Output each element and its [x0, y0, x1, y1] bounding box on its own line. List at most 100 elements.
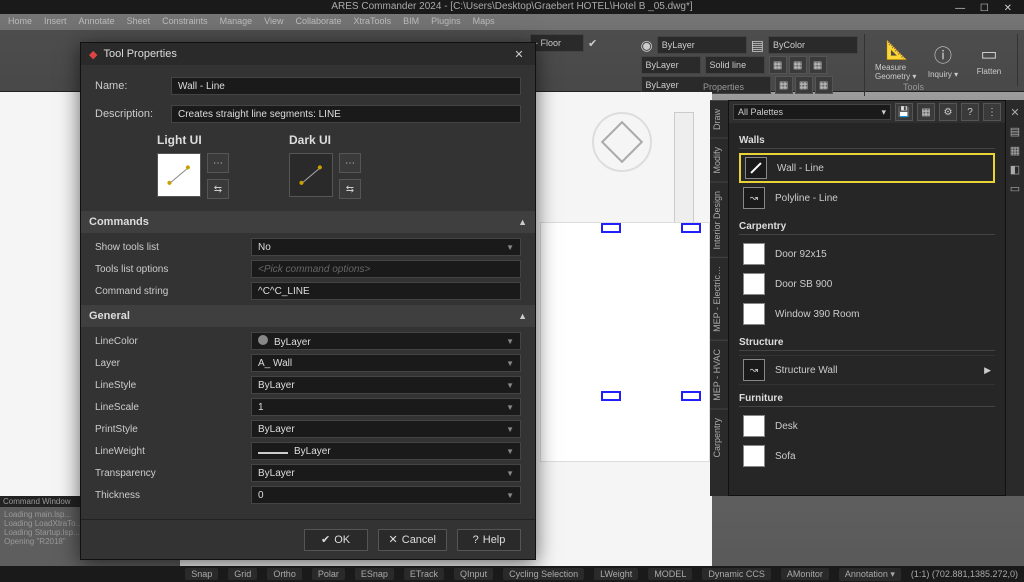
strip-icon-2[interactable]: ▤	[1010, 125, 1020, 138]
sb-annotation[interactable]: Annotation ▾	[839, 568, 901, 581]
general-section-header[interactable]: General▲	[81, 305, 535, 327]
palette-menu-button[interactable]: ⋮	[983, 103, 1001, 121]
bylayer2-dropdown[interactable]: ByLayer	[641, 56, 701, 74]
strip-icon-5[interactable]: ▭	[1010, 182, 1020, 195]
palette-grid-button[interactable]: ▦	[917, 103, 935, 121]
vtab-carpentry[interactable]: Carpentry	[710, 409, 728, 466]
light-ui-sync-button[interactable]: ⇆	[207, 179, 229, 199]
name-input[interactable]: Wall - Line	[171, 77, 521, 95]
bycolor-dropdown[interactable]: ByColor	[768, 36, 858, 54]
sb-amonitor[interactable]: AMonitor	[781, 568, 829, 580]
vtab-draw[interactable]: Draw	[710, 100, 728, 138]
pal-item-structure-wall[interactable]: ↝ Structure Wall ▶	[739, 355, 995, 385]
sb-etrack[interactable]: ETrack	[404, 568, 444, 580]
measure-button[interactable]: 📐Measure Geometry ▾	[875, 36, 919, 84]
transparency-dropdown[interactable]: ByLayer▼	[251, 464, 521, 482]
sb-polar[interactable]: Polar	[312, 568, 345, 580]
inquiry-button[interactable]: ⓘInquiry ▾	[921, 36, 965, 84]
sb-grid[interactable]: Grid	[228, 568, 257, 580]
dark-ui-browse-button[interactable]: ⋯	[339, 153, 361, 173]
tab-plugins[interactable]: Plugins	[431, 16, 461, 28]
props-btn-1[interactable]: ▦	[769, 56, 787, 74]
linescale-dropdown[interactable]: 1▼	[251, 398, 521, 416]
light-ui-preview[interactable]	[157, 153, 201, 197]
tab-maps[interactable]: Maps	[473, 16, 495, 28]
printstyle-dropdown[interactable]: ByLayer▼	[251, 420, 521, 438]
linescale-label: LineScale	[95, 402, 251, 413]
ok-button[interactable]: ✔OK	[304, 529, 368, 551]
props-btn-6[interactable]: ▦	[815, 76, 833, 94]
palette-settings-button[interactable]: ⚙	[939, 103, 957, 121]
tab-bim[interactable]: BIM	[403, 16, 419, 28]
description-input[interactable]: Creates straight line segments: LINE	[171, 105, 521, 123]
pal-item-polyline[interactable]: ↝ Polyline - Line	[739, 183, 995, 213]
sb-dynccs[interactable]: Dynamic CCS	[702, 568, 771, 580]
palette-help-button[interactable]: ?	[961, 103, 979, 121]
pal-item-desk[interactable]: Desk	[739, 411, 995, 441]
floor-dropdown[interactable]: - Floor	[530, 34, 584, 52]
sb-lweight[interactable]: LWeight	[594, 568, 638, 580]
tool-palette: All Palettes▾ 💾 ▦ ⚙ ? ⋮ Walls Wall - Lin…	[728, 100, 1006, 496]
vtab-mep-electric[interactable]: MEP - Electric…	[710, 257, 728, 340]
sb-esnap[interactable]: ESnap	[355, 568, 394, 580]
sb-model[interactable]: MODEL	[648, 568, 692, 580]
tab-home[interactable]: Home	[8, 16, 32, 28]
tab-sheet[interactable]: Sheet	[127, 16, 151, 28]
tab-manage[interactable]: Manage	[220, 16, 253, 28]
dark-ui-sync-button[interactable]: ⇆	[339, 179, 361, 199]
bylayer-color-dropdown[interactable]: ByLayer	[657, 36, 747, 54]
show-tools-dropdown[interactable]: No▼	[251, 238, 521, 256]
desk-icon	[743, 415, 765, 437]
sb-ortho[interactable]: Ortho	[267, 568, 302, 580]
palette-selector[interactable]: All Palettes▾	[733, 104, 891, 120]
flatten-button[interactable]: ▭Flatten	[967, 36, 1011, 84]
tab-xtratools[interactable]: XtraTools	[354, 16, 392, 28]
solidline-dropdown[interactable]: Solid line	[705, 56, 765, 74]
tab-collaborate[interactable]: Collaborate	[296, 16, 342, 28]
linestyle-dropdown[interactable]: ByLayer▼	[251, 376, 521, 394]
props-btn-2[interactable]: ▦	[789, 56, 807, 74]
window-icon	[743, 303, 765, 325]
thickness-dropdown[interactable]: 0▼	[251, 486, 521, 504]
props-btn-3[interactable]: ▦	[809, 56, 827, 74]
command-string-input[interactable]: ^C^C_LINE	[251, 282, 521, 300]
pal-item-wall-line[interactable]: Wall - Line	[739, 153, 995, 183]
commands-section-header[interactable]: Commands▲	[81, 211, 535, 233]
structure-icon: ↝	[743, 359, 765, 381]
pal-item-doorsb[interactable]: Door SB 900	[739, 269, 995, 299]
sb-cycling[interactable]: Cycling Selection	[503, 568, 584, 580]
pal-section-furniture: Furniture	[739, 393, 995, 407]
layer-dropdown[interactable]: A_ Wall▼	[251, 354, 521, 372]
tab-insert[interactable]: Insert	[44, 16, 67, 28]
props-btn-4[interactable]: ▦	[775, 76, 793, 94]
dialog-titlebar[interactable]: ◆ Tool Properties ✕	[81, 43, 535, 65]
pal-item-door92[interactable]: Door 92x15	[739, 239, 995, 269]
sb-snap[interactable]: Snap	[185, 568, 218, 580]
pal-item-window[interactable]: Window 390 Room	[739, 299, 995, 329]
strip-icon-3[interactable]: ▦	[1010, 144, 1020, 157]
tools-options-field: <Pick command options>	[251, 260, 521, 278]
view-cube[interactable]	[592, 112, 652, 172]
tab-annotate[interactable]: Annotate	[79, 16, 115, 28]
sb-qinput[interactable]: QInput	[454, 568, 493, 580]
tab-constraints[interactable]: Constraints	[162, 16, 208, 28]
strip-icon-4[interactable]: ◧	[1010, 163, 1020, 176]
help-button[interactable]: ?Help	[457, 529, 521, 551]
strip-icon-1[interactable]: ✕	[1010, 106, 1019, 119]
vtab-mep-hvac[interactable]: MEP - HVAC	[710, 340, 728, 409]
ruler-icon: 📐	[886, 40, 908, 61]
lineweight-dropdown[interactable]: ByLayer▼	[251, 442, 521, 460]
close-button[interactable]: ✕	[511, 46, 527, 62]
palette-save-button[interactable]: 💾	[895, 103, 913, 121]
pal-item-sofa[interactable]: Sofa	[739, 441, 995, 471]
lineweight-label: LineWeight	[95, 446, 251, 457]
vtab-modify[interactable]: Modify	[710, 138, 728, 182]
chevron-right-icon: ▶	[984, 365, 991, 376]
tab-view[interactable]: View	[264, 16, 283, 28]
light-ui-browse-button[interactable]: ⋯	[207, 153, 229, 173]
vtab-interior[interactable]: Interior Design	[710, 182, 728, 258]
props-btn-5[interactable]: ▦	[795, 76, 813, 94]
linecolor-dropdown[interactable]: ByLayer▼	[251, 332, 521, 350]
cancel-button[interactable]: ✕Cancel	[378, 529, 447, 551]
dark-ui-preview[interactable]	[289, 153, 333, 197]
